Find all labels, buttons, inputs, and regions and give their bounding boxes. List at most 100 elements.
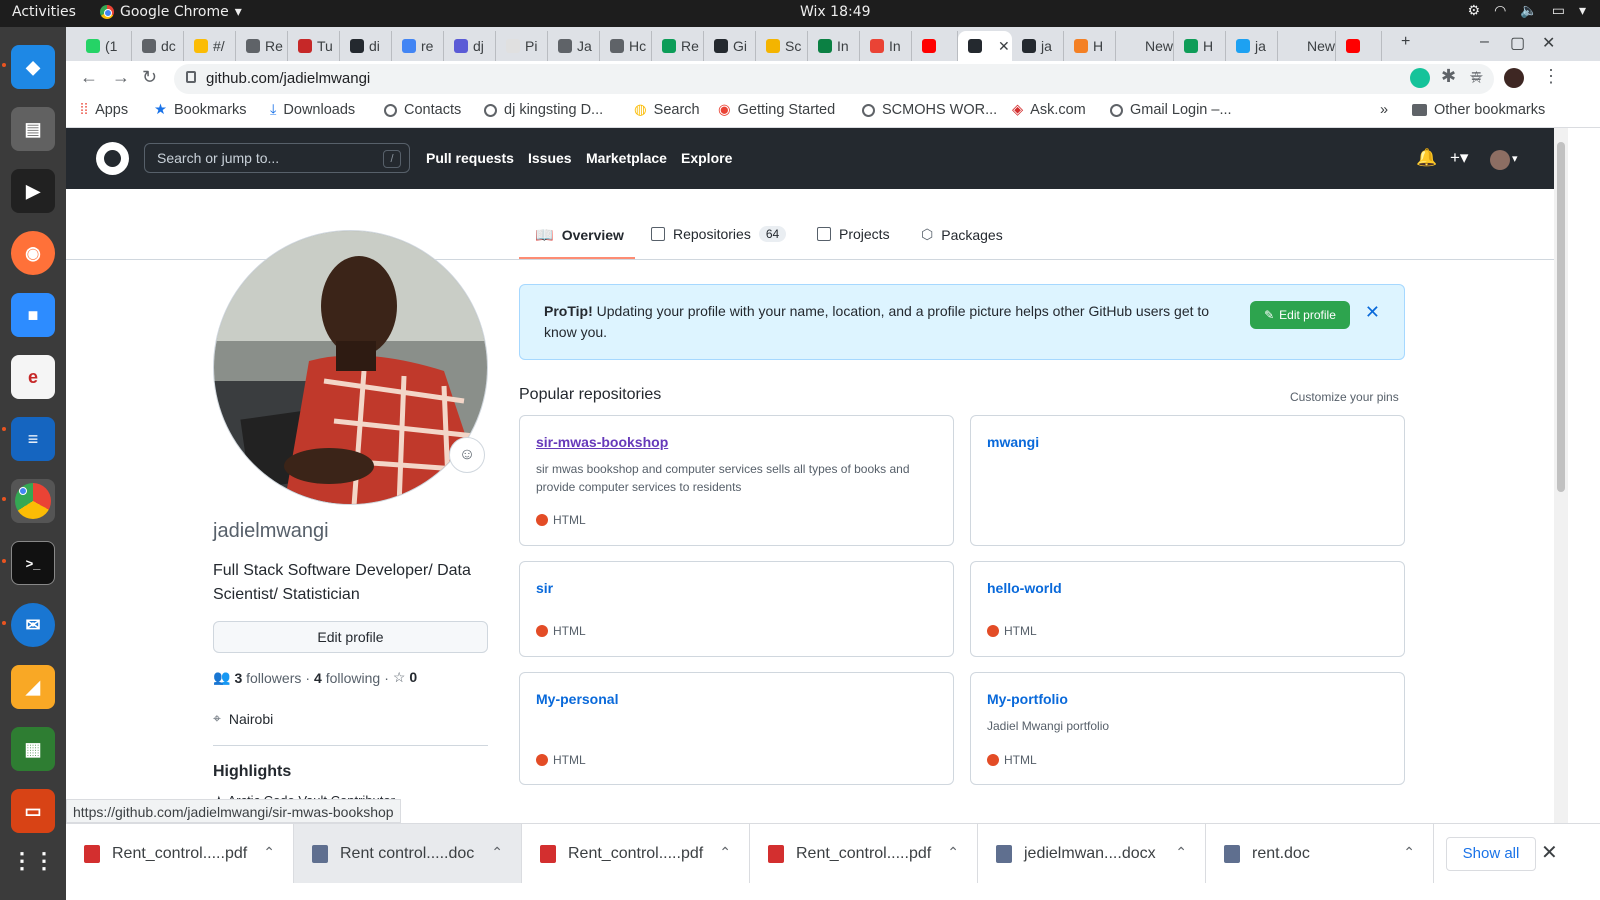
- repo-link[interactable]: sir-mwas-bookshop: [536, 434, 668, 450]
- reload-button[interactable]: ↻: [142, 67, 157, 88]
- close-window-button[interactable]: ✕: [1542, 33, 1555, 53]
- following-link[interactable]: 4 following: [314, 670, 380, 686]
- browser-tab[interactable]: [1336, 31, 1382, 61]
- bookmark-item[interactable]: dj kingsting D...: [484, 102, 603, 118]
- nav-marketplace[interactable]: Marketplace: [586, 150, 667, 166]
- video-editor-icon[interactable]: ▶: [11, 169, 55, 213]
- pdf-viewer-icon[interactable]: e: [11, 355, 55, 399]
- terminal-icon[interactable]: >_: [11, 541, 55, 585]
- bookmark-item[interactable]: ◉ Getting Started: [718, 102, 835, 118]
- firefox-icon[interactable]: ◉: [11, 231, 55, 275]
- bookmarks-overflow[interactable]: »: [1380, 102, 1388, 118]
- browser-tab[interactable]: New: [1278, 31, 1336, 61]
- download-item[interactable]: Rent control.....doc ⌃: [294, 824, 522, 883]
- browser-tab[interactable]: Pi: [496, 31, 548, 61]
- back-button[interactable]: ←: [80, 67, 98, 88]
- download-item[interactable]: Rent_control.....pdf ⌃: [66, 824, 294, 883]
- repo-link[interactable]: hello-world: [987, 580, 1062, 596]
- draw-icon[interactable]: ◢: [11, 665, 55, 709]
- create-new-plus-icon[interactable]: +▾: [1450, 148, 1468, 168]
- lock-icon[interactable]: [186, 71, 196, 83]
- accessibility-icon[interactable]: ⚙: [1468, 3, 1481, 19]
- maximize-button[interactable]: ▢: [1510, 33, 1525, 53]
- calc-icon[interactable]: ▦: [11, 727, 55, 771]
- zoom-icon[interactable]: ■: [11, 293, 55, 337]
- bookmark-item[interactable]: ◍ Search: [634, 102, 700, 118]
- close-icon[interactable]: ✕: [1541, 840, 1558, 865]
- search-input[interactable]: Search or jump to... /: [144, 143, 410, 173]
- tab-repositories[interactable]: Repositories 64: [651, 226, 787, 242]
- browser-tab[interactable]: Tu: [288, 31, 340, 61]
- battery-icon[interactable]: ▭: [1552, 3, 1565, 19]
- chevron-down-icon[interactable]: ▾: [1512, 152, 1518, 165]
- bookmark-item[interactable]: SCMOHS WOR...: [862, 102, 997, 118]
- download-item[interactable]: Rent_control.....pdf ⌃: [522, 824, 750, 883]
- nav-explore[interactable]: Explore: [681, 150, 732, 166]
- notifications-bell-icon[interactable]: 🔔: [1416, 148, 1437, 168]
- github-logo-icon[interactable]: [96, 142, 129, 175]
- scrollbar-thumb[interactable]: [1557, 142, 1565, 492]
- kebab-menu-icon[interactable]: ⋮: [1542, 66, 1560, 87]
- tab-overview[interactable]: 📖 Overview: [535, 226, 624, 244]
- browser-tab[interactable]: #/: [184, 31, 236, 61]
- repo-link[interactable]: sir: [536, 580, 553, 596]
- repo-link[interactable]: mwangi: [987, 434, 1039, 450]
- close-icon[interactable]: ✕: [1365, 302, 1380, 323]
- show-apps-icon[interactable]: ⋮⋮: [11, 839, 55, 883]
- tab-projects[interactable]: Projects: [817, 226, 890, 242]
- impress-icon[interactable]: ▭: [11, 789, 55, 833]
- browser-tab[interactable]: Hc: [600, 31, 652, 61]
- close-tab-icon[interactable]: ✕: [998, 38, 1010, 55]
- profile-avatar[interactable]: [1504, 68, 1524, 88]
- browser-tab[interactable]: dj: [444, 31, 496, 61]
- chevron-up-icon[interactable]: ⌃: [719, 844, 731, 861]
- minimize-button[interactable]: –: [1480, 33, 1489, 51]
- other-bookmarks[interactable]: Other bookmarks: [1412, 102, 1545, 118]
- activities-button[interactable]: Activities: [12, 4, 76, 20]
- bookmark-item[interactable]: ◈ Ask.com: [1012, 102, 1086, 118]
- thunderbird-icon[interactable]: ✉: [11, 603, 55, 647]
- chevron-down-icon[interactable]: ▾: [1579, 3, 1586, 19]
- browser-tab[interactable]: ja: [1012, 31, 1064, 61]
- browser-tab[interactable]: New: [1116, 31, 1174, 61]
- user-avatar[interactable]: [1490, 150, 1510, 170]
- download-item[interactable]: jedielmwan....docx ⌃: [978, 824, 1206, 883]
- extensions-icon[interactable]: ✱: [1441, 66, 1456, 87]
- wifi-icon[interactable]: ◠: [1494, 3, 1506, 19]
- bookmark-item[interactable]: Contacts: [384, 102, 461, 118]
- edit-profile-button[interactable]: Edit profile: [213, 621, 488, 653]
- forward-button[interactable]: →: [112, 67, 130, 88]
- browser-tab[interactable]: [912, 31, 958, 61]
- browser-tab[interactable]: In: [860, 31, 912, 61]
- browser-tab[interactable]: Re: [236, 31, 288, 61]
- nav-pull-requests[interactable]: Pull requests: [426, 150, 514, 166]
- grammarly-icon[interactable]: [1410, 68, 1430, 88]
- bookmark-item[interactable]: ⤓ Downloads: [270, 102, 355, 118]
- chevron-up-icon[interactable]: ⌃: [947, 844, 959, 861]
- app-menu[interactable]: Google Chrome ▾: [100, 4, 242, 20]
- browser-tab[interactable]: H: [1064, 31, 1116, 61]
- vscode-icon[interactable]: ◆: [11, 45, 55, 89]
- files-icon[interactable]: ▤: [11, 107, 55, 151]
- url-text[interactable]: github.com/jadielmwangi: [206, 70, 370, 87]
- chevron-up-icon[interactable]: ⌃: [263, 844, 275, 861]
- clock[interactable]: Wix 18:49: [800, 4, 871, 20]
- browser-tab[interactable]: Gi: [704, 31, 756, 61]
- writer-icon[interactable]: ≡: [11, 417, 55, 461]
- stars-link[interactable]: ☆ 0: [393, 669, 417, 686]
- bookmark-item[interactable]: Gmail Login –...: [1110, 102, 1232, 118]
- browser-tab[interactable]: In: [808, 31, 860, 61]
- chevron-up-icon[interactable]: ⌃: [1175, 844, 1187, 861]
- browser-tab[interactable]: di: [340, 31, 392, 61]
- browser-tab[interactable]: dc: [132, 31, 184, 61]
- browser-tab[interactable]: H: [1174, 31, 1226, 61]
- bookmark-item[interactable]: ⁞⁞ Apps: [80, 102, 128, 118]
- profile-avatar-image[interactable]: [213, 230, 488, 505]
- page-scrollbar[interactable]: [1554, 128, 1568, 823]
- tab-packages[interactable]: ⬡ Packages: [921, 226, 1003, 243]
- followers-link[interactable]: 3 followers: [234, 670, 301, 686]
- download-item[interactable]: Rent_control.....pdf ⌃: [750, 824, 978, 883]
- show-all-downloads-button[interactable]: Show all: [1446, 837, 1536, 871]
- customize-pins-link[interactable]: Customize your pins: [1290, 390, 1399, 404]
- browser-tab[interactable]: (1: [76, 31, 132, 61]
